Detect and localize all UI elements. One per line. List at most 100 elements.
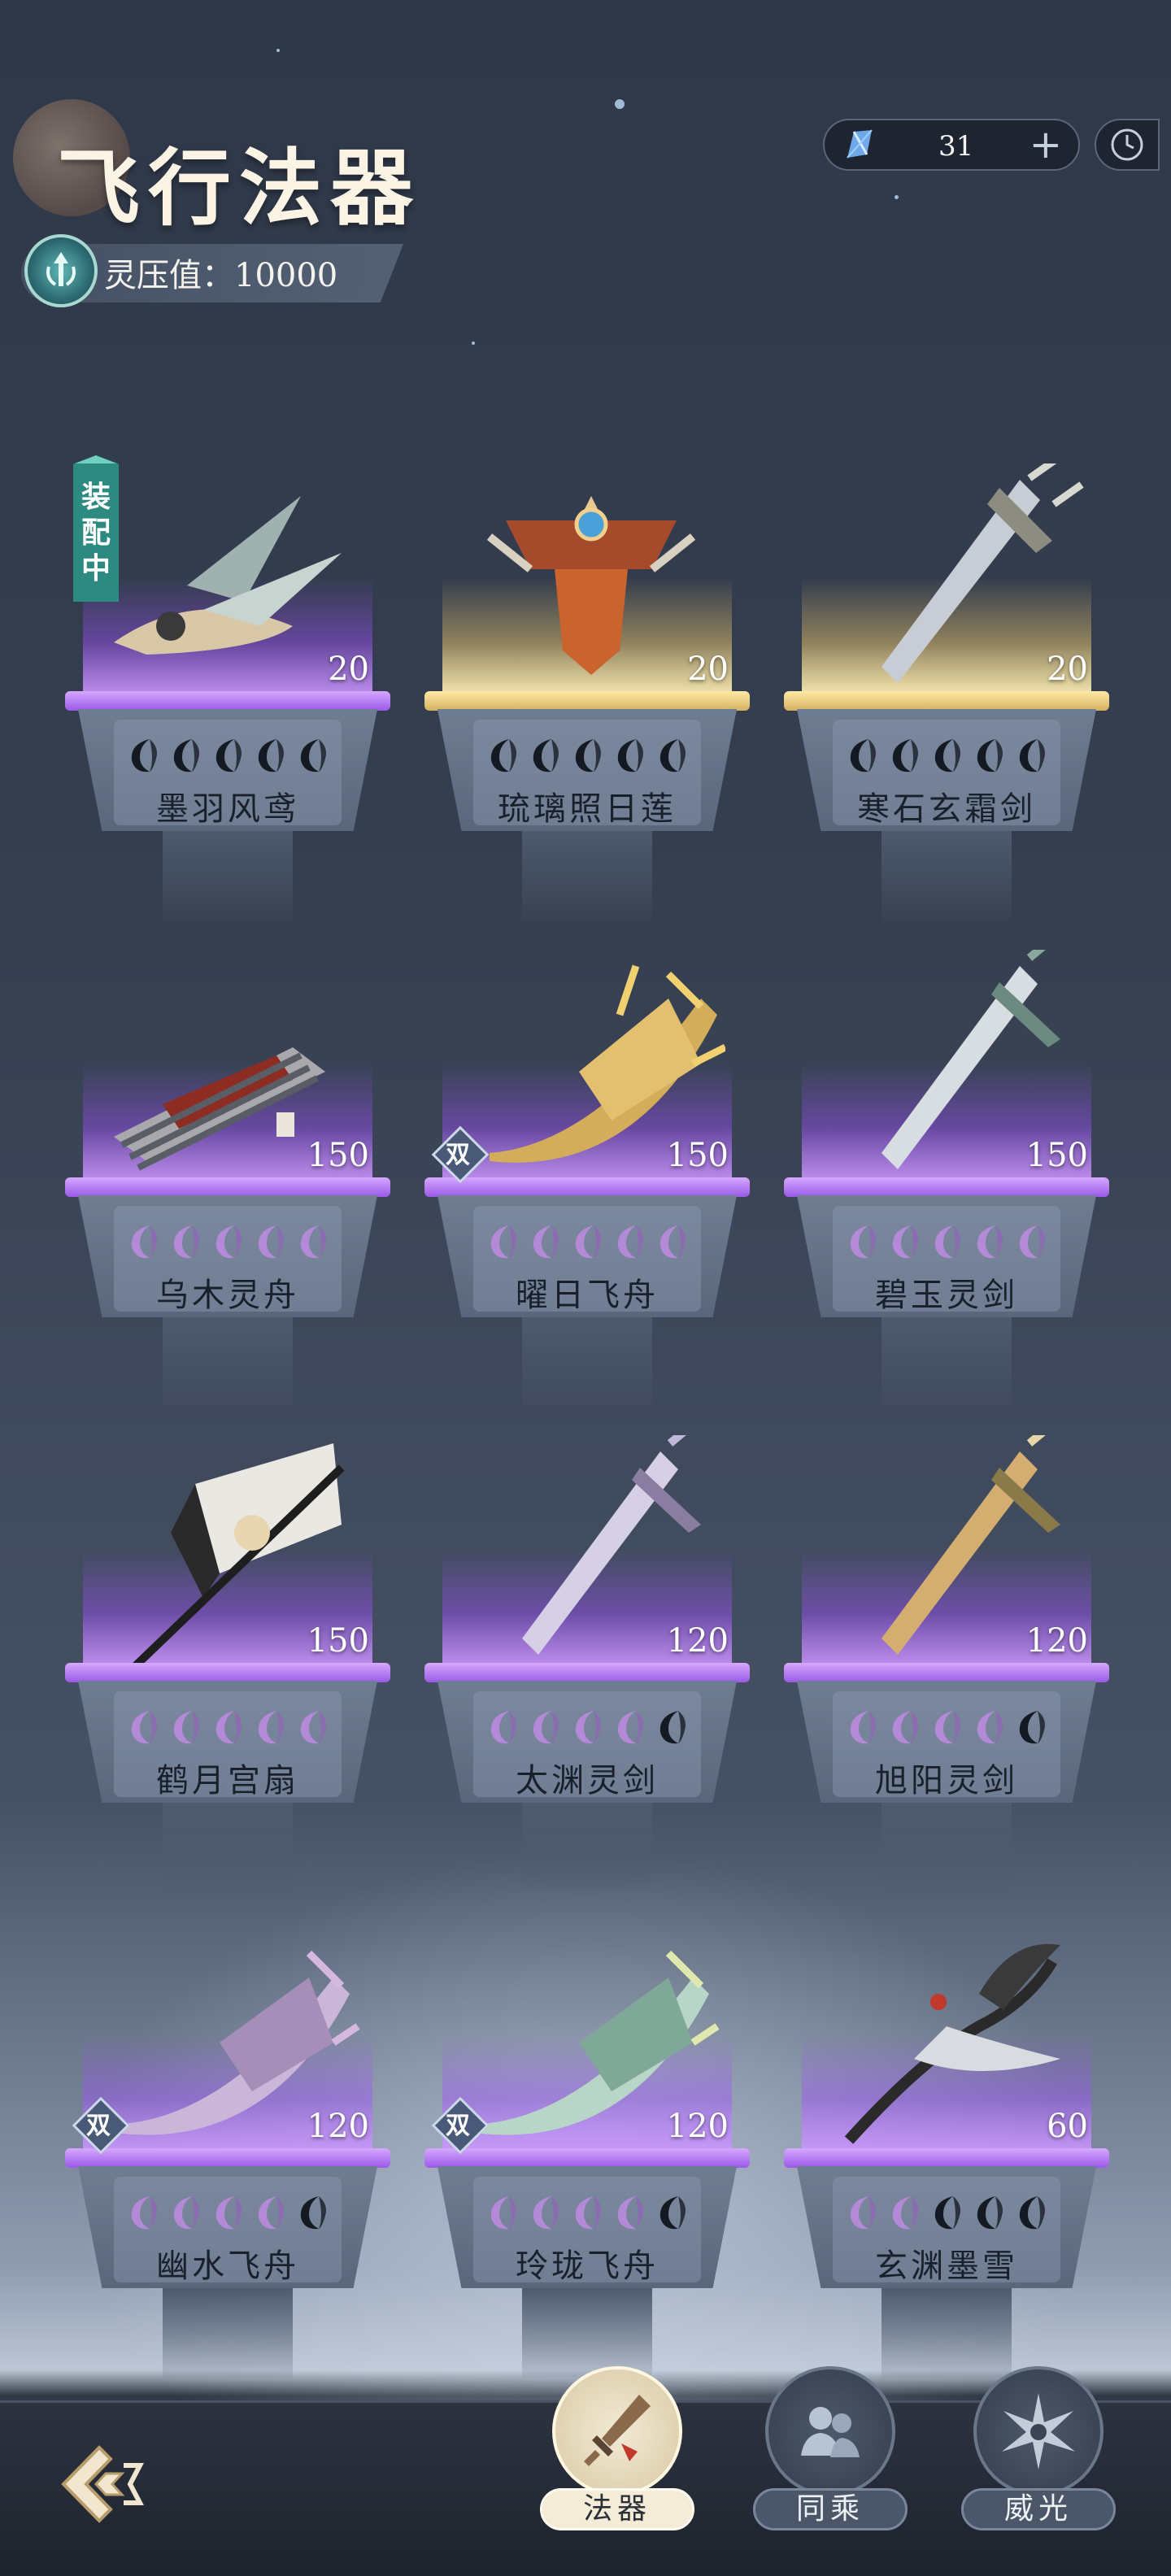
pedestal-stem — [522, 1317, 652, 1407]
artifact-card[interactable]: 150 碧玉灵剑 — [784, 942, 1109, 1429]
lit-star-icon — [215, 1225, 242, 1259]
star-rating — [478, 1222, 696, 1264]
artifact-name: 曜日飞舟 — [516, 1277, 659, 1314]
empty-star-icon — [934, 2196, 960, 2230]
lit-star-icon — [258, 1225, 284, 1259]
artifact-name: 乌木灵舟 — [156, 1277, 299, 1314]
back-button[interactable] — [49, 2431, 155, 2537]
empty-star-icon — [215, 739, 242, 772]
sword-icon — [584, 2395, 651, 2466]
star-rating — [478, 1708, 696, 1750]
pedestal-rim — [65, 1177, 390, 1197]
artifact-level: 120 — [307, 2108, 369, 2145]
lit-star-icon — [215, 2196, 242, 2230]
pedestal-stem — [522, 2288, 652, 2378]
lit-star-icon — [934, 1711, 960, 1744]
lit-star-icon — [1019, 1225, 1045, 1259]
empty-star-icon — [660, 739, 686, 772]
pedestal-rim — [784, 691, 1109, 711]
dual-seat-label: 双 — [446, 2112, 470, 2140]
artifact-card[interactable]: 60 玄渊墨雪 — [784, 1912, 1109, 2400]
star-rating — [838, 2193, 1056, 2235]
pedestal-stem — [882, 831, 1012, 920]
star-rating — [838, 1708, 1056, 1750]
artifact-card[interactable]: 120 玲珑飞舟 双 — [424, 1912, 750, 2400]
pedestal-rim — [424, 1663, 750, 1682]
pedestal-rim — [65, 2148, 390, 2168]
artifact-card[interactable]: 20 墨羽风鸢 装配中 — [65, 455, 390, 943]
lit-star-icon — [617, 1711, 643, 1744]
dual-seat-badge: 双 — [433, 1127, 483, 1177]
artifact-card[interactable]: 120 幽水飞舟 双 — [65, 1912, 390, 2400]
star-rating — [838, 736, 1056, 778]
companions-icon — [801, 2407, 860, 2457]
pedestal-stem — [163, 2288, 293, 2378]
artifact-card[interactable]: 150 曜日飞舟 双 — [424, 942, 750, 1429]
star-rating — [119, 1708, 337, 1750]
artifact-grid: 20 墨羽风鸢装配中 20 琉璃照日莲 20 寒石玄霜剑 150 乌木灵舟 150 曜日飞舟双 15… — [0, 0, 1171, 2391]
artifact-name: 寒石玄霜剑 — [857, 790, 1036, 828]
equipped-badge-char: 中 — [81, 551, 111, 585]
artifact-card[interactable]: 120 太渊灵剑 — [424, 1427, 750, 1915]
artifact-name: 幽水飞舟 — [156, 2247, 299, 2285]
artifact-name: 碧玉灵剑 — [875, 1277, 1018, 1314]
artifact-level: 120 — [666, 2108, 729, 2145]
lit-star-icon — [258, 2196, 284, 2230]
artifact-name: 太渊灵剑 — [516, 1762, 659, 1799]
empty-star-icon — [131, 739, 157, 772]
back-arrow-icon — [61, 2445, 144, 2523]
empty-star-icon — [1019, 1711, 1045, 1744]
tab-aura-label: 威光 — [961, 2488, 1116, 2530]
lit-star-icon — [977, 1711, 1003, 1744]
empty-star-icon — [1019, 739, 1045, 772]
empty-star-icon — [660, 1711, 686, 1744]
star-rating — [119, 1222, 337, 1264]
tab-companions-label: 同乘 — [753, 2488, 908, 2530]
empty-star-icon — [173, 739, 199, 772]
equipped-badge-char: 配 — [81, 516, 111, 550]
lit-star-icon — [173, 1711, 199, 1744]
dual-seat-badge: 双 — [433, 2098, 483, 2148]
star-rating — [119, 2193, 337, 2235]
lit-star-icon — [617, 1225, 643, 1259]
dual-seat-label: 双 — [446, 1141, 470, 1169]
burst-icon — [1002, 2393, 1075, 2469]
lit-star-icon — [892, 1225, 918, 1259]
lit-star-icon — [533, 2196, 559, 2230]
artifact-image — [816, 455, 1085, 707]
lit-star-icon — [660, 1225, 686, 1259]
lit-star-icon — [490, 2196, 516, 2230]
pedestal-rim — [65, 691, 390, 711]
tab-companions[interactable]: 同乘 — [753, 2366, 908, 2530]
tab-aura[interactable]: 威光 — [961, 2366, 1116, 2530]
artifact-level: 20 — [1047, 651, 1088, 688]
artifact-card[interactable]: 120 旭阳灵剑 — [784, 1427, 1109, 1915]
empty-star-icon — [300, 739, 326, 772]
artifact-card[interactable]: 20 琉璃照日莲 — [424, 455, 750, 943]
star-rating — [478, 2193, 696, 2235]
pedestal-rim — [784, 2148, 1109, 2168]
tab-artifact[interactable]: 法器 — [540, 2366, 694, 2530]
pedestal-stem — [163, 831, 293, 920]
artifact-card[interactable]: 20 寒石玄霜剑 — [784, 455, 1109, 943]
artifact-card[interactable]: 150 鹤月宫扇 — [65, 1427, 390, 1915]
lit-star-icon — [131, 1711, 157, 1744]
lit-star-icon — [617, 2196, 643, 2230]
lit-star-icon — [533, 1711, 559, 1744]
star-rating — [119, 736, 337, 778]
pedestal-rim — [424, 1177, 750, 1197]
empty-star-icon — [258, 739, 284, 772]
artifact-name: 琉璃照日莲 — [498, 790, 677, 828]
empty-star-icon — [533, 739, 559, 772]
artifact-card[interactable]: 150 乌木灵舟 — [65, 942, 390, 1429]
lit-star-icon — [490, 1711, 516, 1744]
artifact-name: 玲珑飞舟 — [516, 2247, 659, 2285]
empty-star-icon — [977, 2196, 1003, 2230]
tab-aura-circle — [973, 2366, 1104, 2496]
empty-star-icon — [660, 2196, 686, 2230]
artifact-level: 120 — [1025, 1622, 1088, 1660]
lit-star-icon — [533, 1225, 559, 1259]
artifact-level: 150 — [1025, 1137, 1088, 1174]
pedestal-stem — [163, 1317, 293, 1407]
lit-star-icon — [850, 1225, 876, 1259]
